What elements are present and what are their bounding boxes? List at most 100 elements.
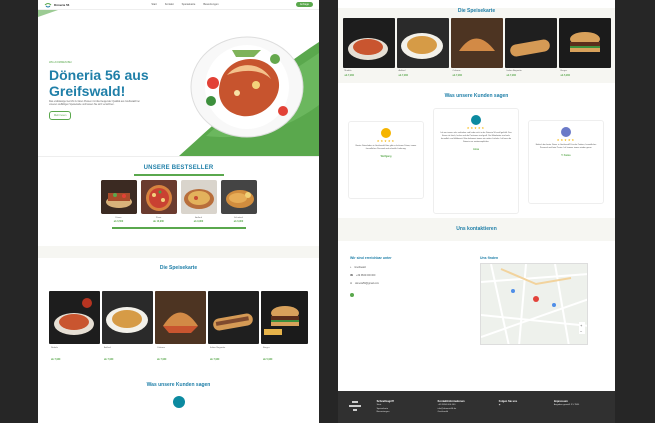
- footer-logo-icon[interactable]: [347, 400, 377, 420]
- bestseller-name: Auflauf: [195, 217, 202, 219]
- logo-icon[interactable]: [44, 2, 52, 8]
- baguette-image: [504, 18, 557, 68]
- menu-section: Die Speisekarte Nudeln ab 7,90€ Auflauf …: [38, 258, 319, 371]
- schnitzel-image: [220, 180, 257, 214]
- menu-price: ab 7,90€: [398, 74, 408, 77]
- hero-text: Das erstklassige Gericht zu fairen Preis…: [49, 101, 140, 107]
- page-left[interactable]: Döneria 56 Start Kontakt Speisekarte Bew…: [38, 0, 319, 423]
- instagram-icon[interactable]: [350, 293, 354, 297]
- menu-card[interactable]: Italien Baguette ab 7,90€: [208, 291, 259, 361]
- reviews-title: Was unsere Kunden sagen: [444, 93, 509, 99]
- footer-heading: Kontaktinformationen: [437, 400, 465, 403]
- menu-section: Die Speisekarte Nudeln ab 7,90€ Auflauf …: [338, 8, 615, 83]
- menu-card[interactable]: Calzone ab 7,90€: [450, 18, 503, 77]
- reviewer-name: Wolfgang: [380, 155, 392, 158]
- hero-section: Willkommen bei Döneria 56 aus Greifswald…: [38, 10, 319, 156]
- footer-column-contact: Kontaktinformationen +49 3834 000 000 in…: [438, 400, 499, 423]
- menu-price: ab 7,90€: [51, 358, 61, 361]
- nudeln-image: [49, 291, 100, 344]
- nav-cta-button[interactable]: Anfrage: [295, 2, 313, 7]
- auflauf-image: [102, 291, 153, 344]
- review-text: Bester Dönerladen in Greifswald. Hier gi…: [355, 145, 417, 150]
- reviews-section: Was unsere Kunden sagen ★★★★★ Bester Dön…: [338, 83, 615, 218]
- menu-card[interactable]: Auflauf ab 7,90€: [396, 18, 449, 77]
- footer-info: Angaben gemäß § 5 TMG: [553, 404, 580, 407]
- footer-info[interactable]: info@doneria56.de: [438, 408, 457, 410]
- footer-heading: Impressum: [553, 400, 568, 403]
- auflauf-image: [180, 180, 217, 214]
- map-marker-icon[interactable]: [533, 296, 539, 302]
- bestseller-name: Schnitzel: [234, 217, 243, 219]
- reviewer-avatar: [381, 128, 391, 138]
- navbar: Döneria 56 Start Kontakt Speisekarte Bew…: [38, 0, 319, 10]
- contact-title: Uns kontaktieren: [456, 226, 497, 232]
- hero-more-button[interactable]: Mehr lesen: [49, 111, 72, 120]
- reviewer-name: Anna: [473, 148, 479, 151]
- nav-links: Start Kontakt Speisekarte Bewertungen: [151, 3, 218, 6]
- footer-link[interactable]: Bewertungen: [377, 411, 390, 413]
- reviewer-avatar: [172, 396, 185, 408]
- menu-name: Calzone: [452, 70, 461, 72]
- menu-price: ab 7,90€: [506, 74, 516, 77]
- reviews-title: Was unsere Kunden sagen: [146, 382, 211, 388]
- hero-eyebrow: Willkommen bei: [49, 61, 72, 64]
- footer-info: Greifswald: [437, 411, 448, 414]
- menu-price: ab 7,90€: [210, 358, 220, 361]
- menu-card[interactable]: Calzone ab 7,90€: [155, 291, 206, 361]
- bestseller-card[interactable]: Auflauf ab 9,90€: [180, 180, 217, 223]
- bestseller-title: UNSERE BESTSELLER: [143, 165, 214, 171]
- phone-line: ☎ +49 3834 000 000: [350, 274, 375, 277]
- embedded-map[interactable]: + −: [480, 263, 588, 345]
- footer-link[interactable]: Speisekarte: [377, 408, 389, 410]
- menu-card[interactable]: Burger ab 5,90€: [261, 291, 308, 361]
- bestseller-list: Döner ab 6,50€ Pizza ab 10,90€ Auflauf a…: [38, 180, 319, 223]
- email-text[interactable]: doneria56@gmail.com: [355, 282, 379, 285]
- footer-column-imprint: Impressum Angaben gemäß § 5 TMG: [554, 400, 615, 423]
- reach-title: Wir sind erreichbar unter: [350, 256, 392, 260]
- review-card[interactable]: ★★★★★ Ich war immer sehr zufrieden und h…: [433, 108, 519, 214]
- reviewer-avatar: [471, 115, 481, 125]
- footer-info[interactable]: +49 3834 000 000: [438, 404, 456, 406]
- menu-price: ab 5,90€: [560, 74, 570, 77]
- bestseller-section: UNSERE BESTSELLER Döner ab 6,50€ Pizza a…: [38, 157, 319, 246]
- reviewer-avatar: [561, 127, 571, 137]
- menu-card[interactable]: Italien Baguette ab 7,90€: [504, 18, 557, 77]
- menu-price: ab 5,90€: [263, 358, 273, 361]
- menu-name: Auflauf: [398, 70, 406, 72]
- menu-name: Burger: [560, 70, 568, 72]
- menu-name: Italien Baguette: [210, 347, 226, 349]
- footer-link[interactable]: Start: [377, 404, 382, 406]
- review-card[interactable]: ★★★★★ Einfach der beste Döner in Greifsw…: [528, 120, 604, 204]
- nav-link-speisekarte[interactable]: Speisekarte: [182, 3, 196, 6]
- menu-card[interactable]: Nudeln ab 7,90€: [342, 18, 395, 77]
- review-card[interactable]: ★★★★★ Bester Dönerladen in Greifswald. H…: [348, 121, 424, 199]
- baguette-image: [208, 291, 259, 344]
- brand-name[interactable]: Döneria 56: [54, 3, 69, 7]
- nav-link-bewertungen[interactable]: Bewertungen: [203, 3, 218, 6]
- nav-link-kontakt[interactable]: Kontakt: [165, 3, 174, 6]
- page-right[interactable]: Die Speisekarte Nudeln ab 7,90€ Auflauf …: [338, 0, 615, 423]
- menu-card[interactable]: Burger ab 5,90€: [558, 18, 611, 77]
- review-text: Ich war immer sehr zufrieden und habe mi…: [440, 132, 512, 143]
- hero-title: Döneria 56 aus Greifswald!: [49, 67, 149, 99]
- doner-image: [100, 180, 137, 214]
- bestseller-card[interactable]: Schnitzel ab 6,90€: [220, 180, 257, 223]
- menu-name: Calzone: [157, 347, 166, 349]
- menu-card[interactable]: Nudeln ab 7,90€: [49, 291, 100, 361]
- reviews-preview: Was unsere Kunden sagen: [38, 371, 319, 423]
- browser-stage: Döneria 56 Start Kontakt Speisekarte Bew…: [0, 0, 655, 423]
- menu-price: ab 7,90€: [344, 74, 354, 77]
- contact-section: Wir sind erreichbar unter ⌖ Greifswald ☎…: [338, 241, 615, 367]
- phone-text[interactable]: +49 3834 000 000: [356, 274, 375, 277]
- nav-link-start[interactable]: Start: [151, 3, 156, 6]
- calzone-image: [450, 18, 503, 68]
- menu-card[interactable]: Auflauf ab 7,90€: [102, 291, 153, 361]
- review-text: Einfach der beste Döner in Greifswald! F…: [535, 144, 597, 149]
- contact-heading-band: Uns kontaktieren: [338, 218, 615, 241]
- auflauf-image: [396, 18, 449, 68]
- bestseller-card[interactable]: Döner ab 6,50€: [100, 180, 137, 223]
- bestseller-card[interactable]: Pizza ab 10,90€: [140, 180, 177, 223]
- reviewer-name: T. Fanas: [561, 154, 571, 157]
- instagram-icon[interactable]: ◉: [499, 404, 501, 406]
- menu-price: ab 7,90€: [157, 358, 167, 361]
